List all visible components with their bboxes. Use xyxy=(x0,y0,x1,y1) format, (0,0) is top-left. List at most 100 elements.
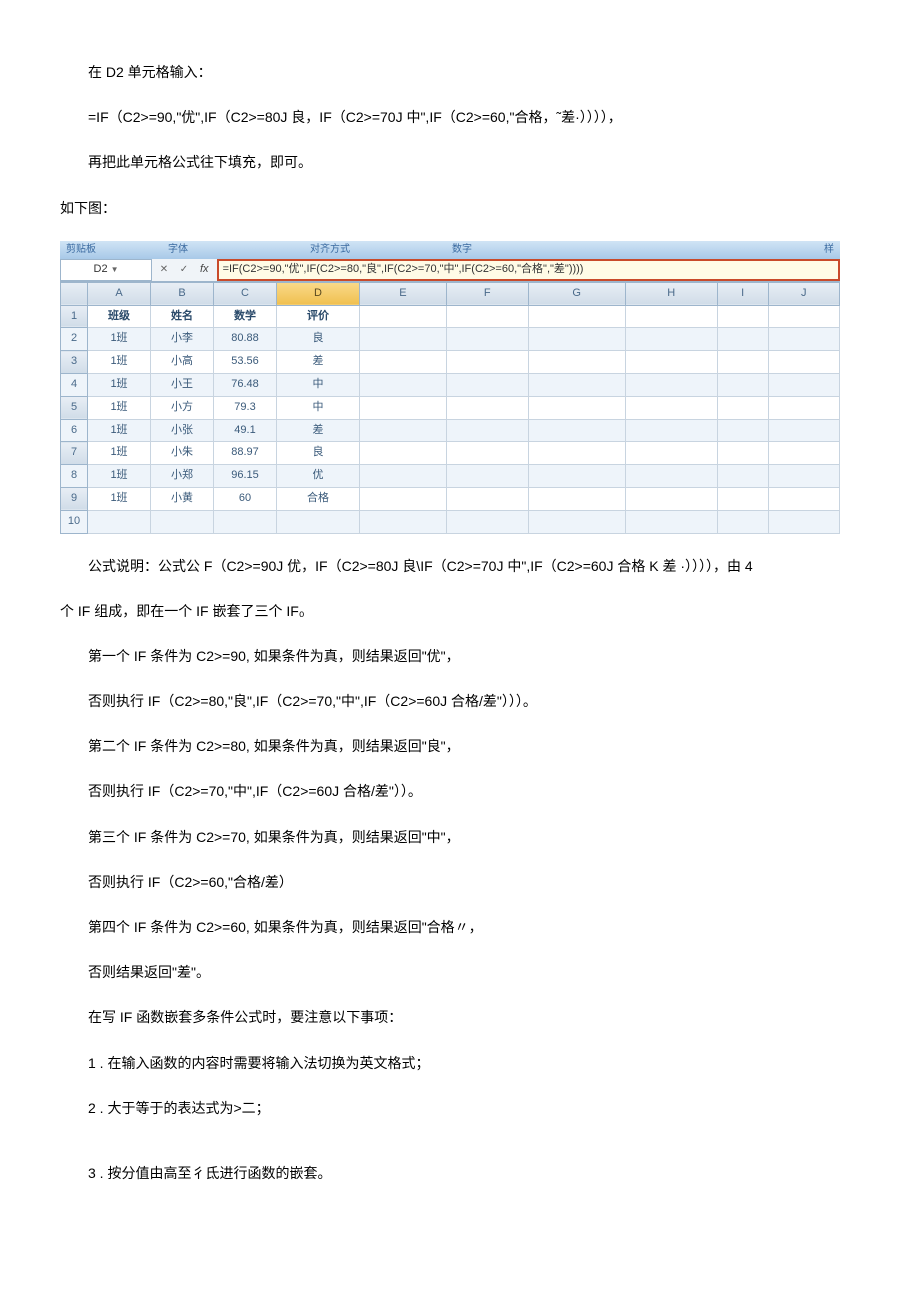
select-all-cell[interactable] xyxy=(61,282,88,305)
row-header[interactable]: 9 xyxy=(61,487,88,510)
cell[interactable] xyxy=(625,465,717,488)
cell[interactable] xyxy=(717,510,768,533)
cell[interactable] xyxy=(625,396,717,419)
cell[interactable] xyxy=(528,510,625,533)
cell[interactable]: 小张 xyxy=(151,419,214,442)
cell[interactable] xyxy=(360,442,447,465)
cell[interactable] xyxy=(528,328,625,351)
cell[interactable]: 差 xyxy=(277,419,360,442)
col-header-g[interactable]: G xyxy=(528,282,625,305)
cell[interactable] xyxy=(528,419,625,442)
cell[interactable] xyxy=(768,419,839,442)
col-header-a[interactable]: A xyxy=(88,282,151,305)
cell[interactable] xyxy=(360,305,447,328)
cell[interactable]: 79.3 xyxy=(214,396,277,419)
row-header[interactable]: 6 xyxy=(61,419,88,442)
cell[interactable] xyxy=(446,396,528,419)
cell[interactable] xyxy=(717,419,768,442)
cell[interactable] xyxy=(528,465,625,488)
cell[interactable] xyxy=(717,465,768,488)
cell[interactable] xyxy=(625,419,717,442)
cell[interactable]: 数学 xyxy=(214,305,277,328)
cell[interactable]: 76.48 xyxy=(214,373,277,396)
cell[interactable] xyxy=(768,442,839,465)
cell[interactable] xyxy=(717,373,768,396)
cell[interactable]: 班级 xyxy=(88,305,151,328)
cell[interactable] xyxy=(625,328,717,351)
cell[interactable]: 小王 xyxy=(151,373,214,396)
cell[interactable] xyxy=(446,373,528,396)
cell[interactable] xyxy=(625,442,717,465)
cell[interactable]: 小李 xyxy=(151,328,214,351)
cell[interactable] xyxy=(717,396,768,419)
cell[interactable]: 1班 xyxy=(88,487,151,510)
ribbon-align[interactable]: 对齐方式 xyxy=(304,241,356,259)
row-header[interactable]: 8 xyxy=(61,465,88,488)
name-box[interactable]: D2 ▼ xyxy=(60,259,152,281)
cell[interactable] xyxy=(360,328,447,351)
cell[interactable]: 53.56 xyxy=(214,351,277,374)
row-header[interactable]: 3 xyxy=(61,351,88,374)
spreadsheet-grid[interactable]: A B C D E F G H I J 1 班级 姓名 数学 评价 2 1班 小… xyxy=(60,282,840,534)
cell[interactable] xyxy=(360,396,447,419)
cell[interactable] xyxy=(528,396,625,419)
cell[interactable]: 1班 xyxy=(88,373,151,396)
cell[interactable] xyxy=(768,328,839,351)
cell[interactable]: 80.88 xyxy=(214,328,277,351)
cell[interactable] xyxy=(717,328,768,351)
cell[interactable]: 差 xyxy=(277,351,360,374)
cell[interactable]: 小方 xyxy=(151,396,214,419)
check-icon[interactable]: ✓ xyxy=(176,261,192,279)
fx-icon[interactable]: fx xyxy=(196,260,213,280)
ribbon-style[interactable]: 样 xyxy=(818,241,840,259)
cell[interactable] xyxy=(446,465,528,488)
cell[interactable] xyxy=(360,419,447,442)
cell[interactable] xyxy=(768,305,839,328)
cell[interactable] xyxy=(277,510,360,533)
cell[interactable] xyxy=(528,305,625,328)
row-header[interactable]: 10 xyxy=(61,510,88,533)
row-header[interactable]: 2 xyxy=(61,328,88,351)
cell[interactable] xyxy=(528,442,625,465)
ribbon-number[interactable]: 数字 xyxy=(446,241,478,259)
col-header-f[interactable]: F xyxy=(446,282,528,305)
cell[interactable] xyxy=(88,510,151,533)
cell[interactable] xyxy=(625,487,717,510)
cell[interactable] xyxy=(446,305,528,328)
cell[interactable] xyxy=(214,510,277,533)
cell[interactable] xyxy=(717,351,768,374)
col-header-c[interactable]: C xyxy=(214,282,277,305)
cell[interactable] xyxy=(625,510,717,533)
cell[interactable] xyxy=(717,487,768,510)
col-header-b[interactable]: B xyxy=(151,282,214,305)
cell[interactable]: 良 xyxy=(277,328,360,351)
row-header[interactable]: 7 xyxy=(61,442,88,465)
cell[interactable] xyxy=(528,351,625,374)
cell[interactable] xyxy=(446,351,528,374)
cell[interactable]: 1班 xyxy=(88,351,151,374)
cell[interactable]: 小朱 xyxy=(151,442,214,465)
cell[interactable] xyxy=(360,465,447,488)
cell[interactable] xyxy=(625,305,717,328)
row-header[interactable]: 5 xyxy=(61,396,88,419)
cell[interactable] xyxy=(768,465,839,488)
col-header-e[interactable]: E xyxy=(360,282,447,305)
cancel-icon[interactable]: ✕ xyxy=(156,261,172,279)
ribbon-font[interactable]: 字体 xyxy=(162,241,194,259)
ribbon-clipboard[interactable]: 剪贴板 xyxy=(60,241,102,259)
cell[interactable] xyxy=(768,373,839,396)
cell[interactable] xyxy=(360,510,447,533)
cell[interactable] xyxy=(446,487,528,510)
cell[interactable]: 中 xyxy=(277,373,360,396)
cell[interactable]: 姓名 xyxy=(151,305,214,328)
cell[interactable] xyxy=(360,351,447,374)
chevron-down-icon[interactable]: ▼ xyxy=(108,263,119,277)
cell[interactable] xyxy=(360,487,447,510)
cell[interactable] xyxy=(360,373,447,396)
cell[interactable]: 小郑 xyxy=(151,465,214,488)
cell[interactable] xyxy=(717,305,768,328)
cell[interactable] xyxy=(446,328,528,351)
cell[interactable]: 60 xyxy=(214,487,277,510)
cell[interactable]: 1班 xyxy=(88,442,151,465)
col-header-h[interactable]: H xyxy=(625,282,717,305)
